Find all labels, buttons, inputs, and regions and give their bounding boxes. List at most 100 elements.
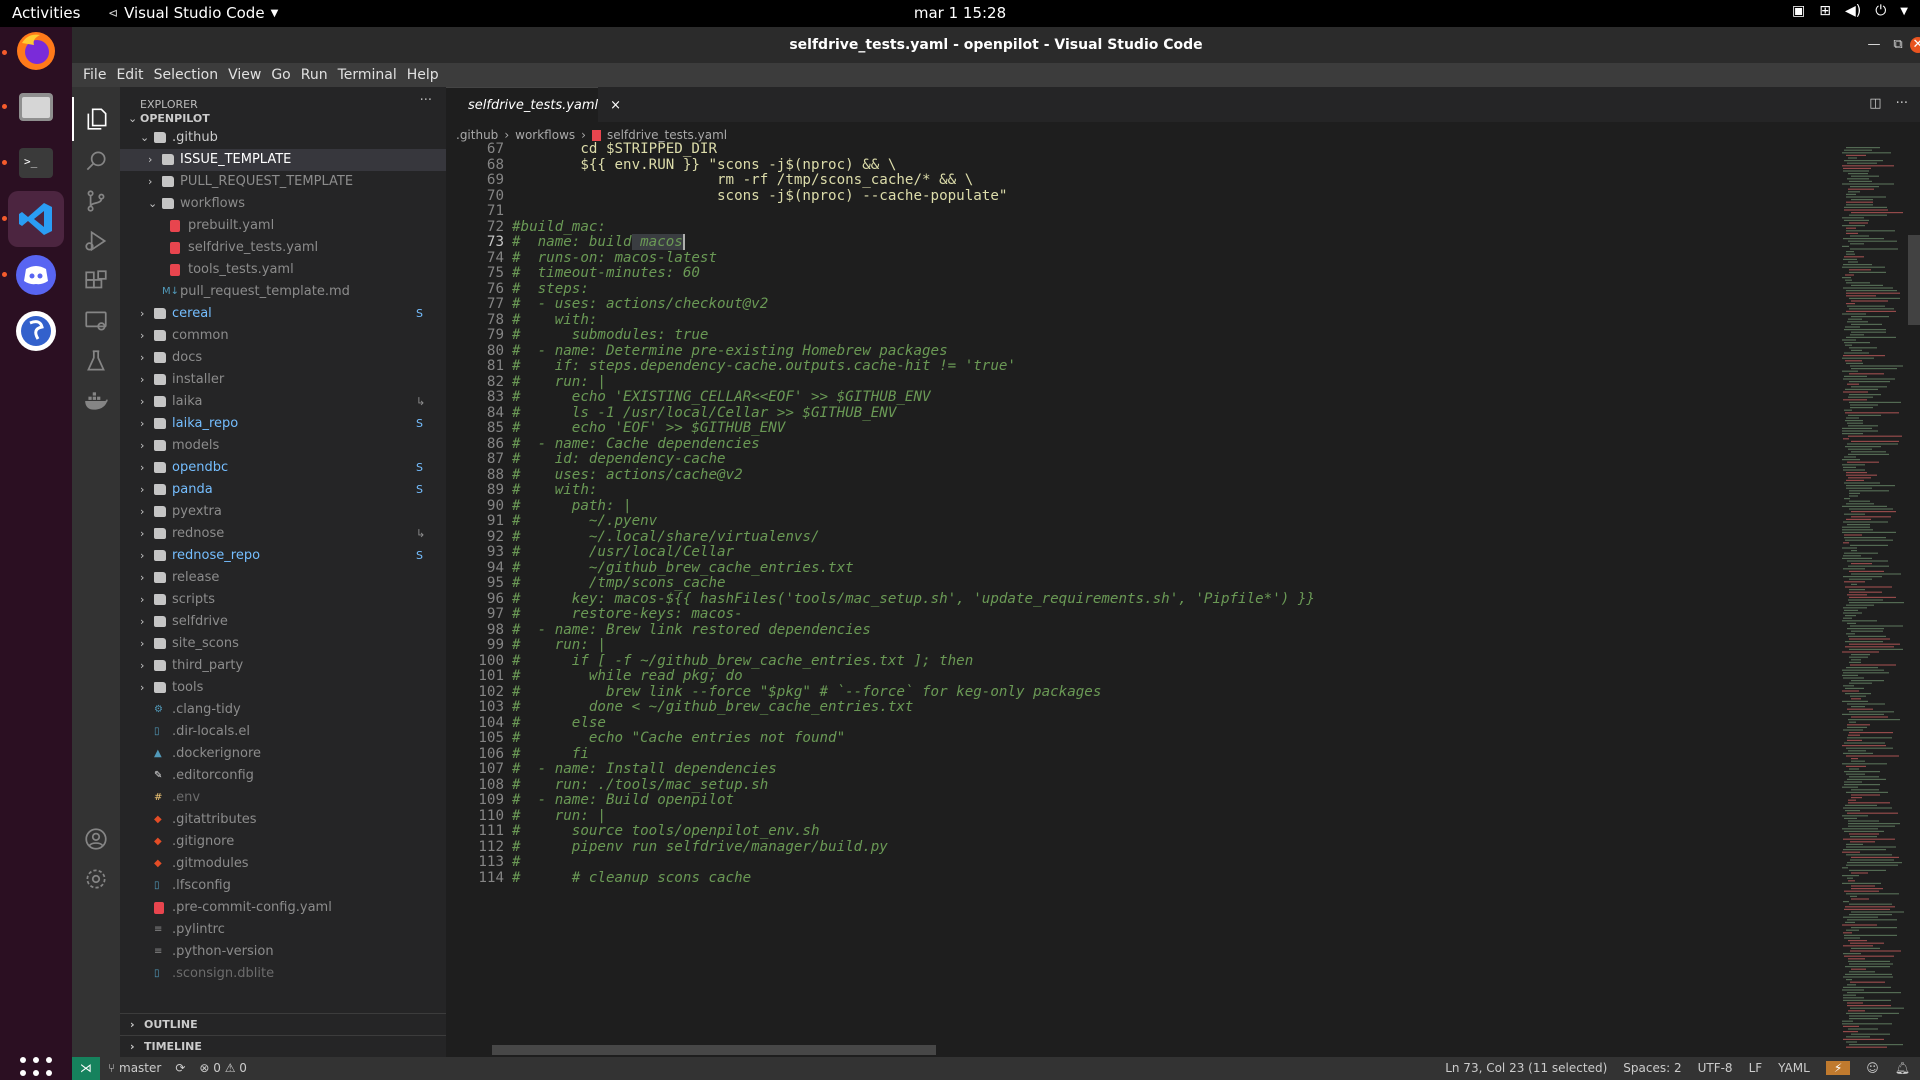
code-line[interactable]: scons -j$(nproc) --cache-populate" bbox=[512, 188, 1007, 204]
search-icon[interactable] bbox=[72, 139, 120, 183]
timeline-section[interactable]: › TIMELINE bbox=[120, 1035, 446, 1057]
code-line[interactable]: # else bbox=[512, 715, 606, 731]
terminal-icon[interactable]: >_ bbox=[8, 135, 64, 191]
code-line[interactable]: # uses: actions/cache@v2 bbox=[512, 467, 743, 483]
simplenote-icon[interactable] bbox=[8, 303, 64, 359]
menu-help[interactable]: Help bbox=[402, 67, 444, 83]
code-line[interactable]: # - name: Install dependencies bbox=[512, 761, 777, 777]
close-window-button[interactable]: ✕ bbox=[1910, 37, 1920, 53]
maximize-button[interactable]: ⧉ bbox=[1888, 35, 1908, 55]
folder-item[interactable]: › selfdrive bbox=[120, 611, 446, 633]
accounts-icon[interactable] bbox=[72, 817, 120, 861]
code-line[interactable]: # # cleanup scons cache bbox=[512, 870, 751, 886]
indentation[interactable]: Spaces: 2 bbox=[1623, 1061, 1681, 1075]
code-line[interactable]: #build_mac: bbox=[512, 219, 606, 235]
manage-gear-icon[interactable] bbox=[72, 857, 120, 901]
file-item[interactable]: ✎ .editorconfig bbox=[120, 765, 446, 787]
folder-item[interactable]: › rednose ↳ bbox=[120, 523, 446, 545]
remote-indicator-icon[interactable]: ⋊ bbox=[72, 1057, 100, 1080]
file-item[interactable]: ◆ .gitattributes bbox=[120, 809, 446, 831]
horizontal-scrollbar[interactable] bbox=[492, 1045, 936, 1055]
branch-indicator[interactable]: ⑂ master bbox=[108, 1061, 161, 1075]
show-applications-button[interactable] bbox=[20, 1057, 52, 1080]
code-line[interactable]: # name: build macos bbox=[512, 234, 685, 250]
breadcrumb-item[interactable]: selfdrive_tests.yaml bbox=[607, 128, 727, 142]
code-line[interactable]: # fi bbox=[512, 746, 589, 762]
folder-item[interactable]: › docs bbox=[120, 347, 446, 369]
code-line[interactable]: # run: | bbox=[512, 808, 606, 824]
outline-section[interactable]: › OUTLINE bbox=[120, 1013, 446, 1035]
file-item[interactable]: tools_tests.yaml bbox=[120, 259, 446, 281]
discord-tray-icon[interactable]: ▣ bbox=[1792, 3, 1805, 19]
menu-run[interactable]: Run bbox=[296, 67, 333, 83]
code-line[interactable]: # path: | bbox=[512, 498, 632, 514]
code-line[interactable]: # with: bbox=[512, 482, 597, 498]
language-mode[interactable]: YAML bbox=[1778, 1061, 1810, 1075]
firefox-icon[interactable] bbox=[8, 23, 64, 79]
code-line[interactable]: # done < ~/github_brew_cache_entries.txt bbox=[512, 699, 913, 715]
code-line[interactable]: # run: | bbox=[512, 637, 606, 653]
code-line[interactable]: # ls -1 /usr/local/Cellar >> $GITHUB_ENV bbox=[512, 405, 896, 421]
volume-icon[interactable]: ◀) bbox=[1845, 3, 1861, 19]
code-line[interactable]: # id: dependency-cache bbox=[512, 451, 726, 467]
file-item[interactable]: ▯ .lfsconfig bbox=[120, 875, 446, 897]
vertical-scrollbar[interactable] bbox=[1908, 235, 1920, 325]
breadcrumb-item[interactable]: .github bbox=[456, 128, 498, 142]
breadcrumb-item[interactable]: workflows bbox=[515, 128, 575, 142]
menu-go[interactable]: Go bbox=[266, 67, 295, 83]
code-line[interactable]: # ~/github_brew_cache_entries.txt bbox=[512, 560, 854, 576]
code-line[interactable]: # run: | bbox=[512, 374, 606, 390]
code-line[interactable]: # echo 'EXISTING_CELLAR<<EOF' >> $GITHUB… bbox=[512, 389, 931, 405]
code-line[interactable]: # with: bbox=[512, 312, 597, 328]
code-line[interactable]: # /tmp/scons_cache bbox=[512, 575, 726, 591]
code-line[interactable]: # - name: Determine pre-existing Homebre… bbox=[512, 343, 948, 359]
code-line[interactable]: # while read pkg; do bbox=[512, 668, 743, 684]
code-line[interactable]: # submodules: true bbox=[512, 327, 708, 343]
extensions-icon[interactable] bbox=[72, 259, 120, 303]
end-of-line[interactable]: LF bbox=[1749, 1061, 1763, 1075]
code-line[interactable]: # bbox=[512, 854, 521, 870]
file-item[interactable]: ◆ .gitignore bbox=[120, 831, 446, 853]
files-icon[interactable] bbox=[8, 79, 64, 135]
menu-edit[interactable]: Edit bbox=[111, 67, 148, 83]
code-line[interactable]: # timeout-minutes: 60 bbox=[512, 265, 700, 281]
folder-item[interactable]: ⌄ .github bbox=[120, 127, 446, 149]
file-item[interactable]: # .env bbox=[120, 787, 446, 809]
code-line[interactable]: ${{ env.RUN }} "scons -j$(nproc) && \ bbox=[512, 157, 896, 173]
cursor-position[interactable]: Ln 73, Col 23 (11 selected) bbox=[1445, 1061, 1607, 1075]
minimize-button[interactable]: — bbox=[1864, 35, 1884, 55]
folder-item[interactable]: › pyextra bbox=[120, 501, 446, 523]
feedback-icon[interactable]: ☺ bbox=[1866, 1061, 1879, 1075]
sync-icon[interactable]: ⟳ bbox=[175, 1061, 185, 1075]
tab-selfdrive-tests[interactable]: selfdrive_tests.yaml × bbox=[446, 87, 621, 122]
folder-item[interactable]: › site_scons bbox=[120, 633, 446, 655]
chevron-down-icon[interactable]: ▼ bbox=[1900, 6, 1908, 17]
folder-item[interactable]: › installer bbox=[120, 369, 446, 391]
file-item[interactable]: ≡ .pylintrc bbox=[120, 919, 446, 941]
code-line[interactable]: rm -rf /tmp/scons_cache/* && \ bbox=[512, 172, 973, 188]
menu-file[interactable]: File bbox=[78, 67, 111, 83]
file-item[interactable]: .pre-commit-config.yaml bbox=[120, 897, 446, 919]
folder-item[interactable]: › third_party bbox=[120, 655, 446, 677]
minimap[interactable] bbox=[1838, 147, 1908, 1057]
folder-item[interactable]: › release bbox=[120, 567, 446, 589]
folder-item[interactable]: › opendbc S bbox=[120, 457, 446, 479]
extension-status-icon[interactable]: ⚡ bbox=[1825, 1061, 1851, 1075]
folder-item[interactable]: › tools bbox=[120, 677, 446, 699]
code-line[interactable]: # brew link --force "$pkg" # `--force` f… bbox=[512, 684, 1101, 700]
folder-item[interactable]: › models bbox=[120, 435, 446, 457]
testing-icon[interactable] bbox=[72, 339, 120, 383]
code-line[interactable]: # /usr/local/Cellar bbox=[512, 544, 734, 560]
source-control-icon[interactable] bbox=[72, 179, 120, 223]
activities-button[interactable]: Activities bbox=[12, 4, 80, 22]
file-item[interactable]: ▯ .dir-locals.el bbox=[120, 721, 446, 743]
file-item[interactable]: ◆ .gitmodules bbox=[120, 853, 446, 875]
menu-selection[interactable]: Selection bbox=[149, 67, 224, 83]
menu-view[interactable]: View bbox=[223, 67, 266, 83]
run-debug-icon[interactable] bbox=[72, 219, 120, 263]
more-actions-icon[interactable]: ··· bbox=[420, 93, 432, 108]
file-item[interactable]: ≡ .python-version bbox=[120, 941, 446, 963]
file-item[interactable]: selfdrive_tests.yaml bbox=[120, 237, 446, 259]
folder-item[interactable]: ⌄ workflows bbox=[120, 193, 446, 215]
clock[interactable]: mar 1 15:28 bbox=[914, 4, 1006, 22]
